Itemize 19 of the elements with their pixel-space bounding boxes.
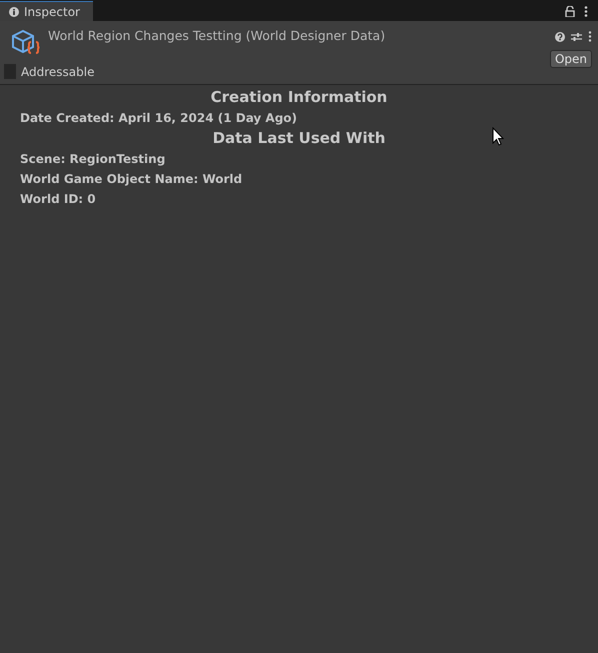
info-icon (9, 6, 19, 16)
info-line: World ID: 0 (20, 191, 97, 208)
lock-icon[interactable] (565, 6, 575, 16)
open-button[interactable]: Open (550, 50, 592, 68)
inspector-tab[interactable]: Inspector (0, 1, 93, 21)
help-icon[interactable] (555, 32, 565, 42)
cursor-icon (492, 127, 504, 146)
section-heading: Creation Information (210, 87, 388, 108)
more-icon[interactable] (588, 31, 592, 42)
info-line: World Game Object Name: World (20, 171, 244, 188)
asset-title: World Region Changes Testting (World Designer Data) (48, 28, 386, 43)
info-line: Date Created: April 16, 2024 (1 Day Ago) (20, 110, 298, 127)
info-line: Scene: RegionTesting (20, 151, 166, 168)
section-heading: Data Last Used With (212, 128, 386, 149)
asset-icon (10, 27, 40, 57)
more-icon[interactable] (584, 6, 588, 16)
settings-icon[interactable] (571, 32, 582, 42)
addressable-checkbox[interactable] (4, 64, 16, 79)
addressable-label: Addressable (21, 64, 94, 78)
